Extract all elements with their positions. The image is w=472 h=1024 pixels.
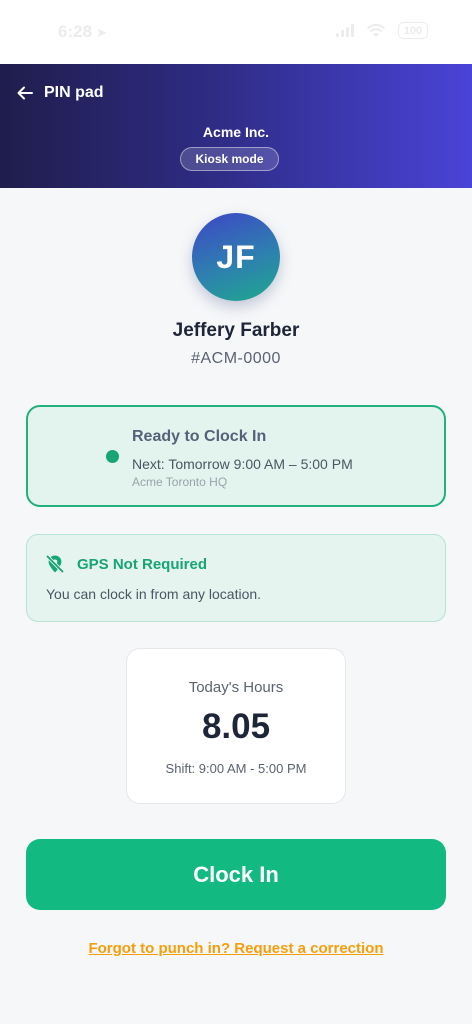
request-correction-link[interactable]: Forgot to punch in? Request a correction [0, 940, 472, 957]
status-title: Ready to Clock In [132, 428, 267, 445]
kiosk-mode-badge: Kiosk mode [180, 147, 279, 171]
back-label: PIN pad [44, 84, 104, 101]
hours-value: 8.05 [201, 707, 271, 746]
arrow-left-icon [17, 86, 33, 100]
gps-description: You can clock in from any location. [46, 586, 262, 602]
hours-label: Today's Hours [188, 679, 284, 696]
clock-in-button[interactable]: Clock In [26, 839, 446, 910]
battery-icon: 100 [398, 22, 428, 39]
wifi-icon [366, 23, 386, 37]
back-to-pin-pad-button[interactable]: PIN pad [16, 84, 104, 102]
status-icons: 100 [336, 22, 428, 39]
company-name: Acme Inc. [202, 124, 270, 140]
clock-text: 6:28 [58, 22, 93, 41]
status-dot-icon [106, 450, 119, 463]
employee-id: #ACM-0000 [191, 350, 281, 367]
status-time: 6:28 ➤ [58, 22, 107, 42]
next-shift-text: Next: Tomorrow 9:00 AM – 5:00 PM [132, 456, 353, 472]
battery-level: 100 [403, 24, 423, 37]
location-arrow-icon: ➤ [96, 25, 107, 40]
clock-status-card: Ready to Clock In Next: Tomorrow 9:00 AM… [26, 405, 446, 507]
avatar-initials: JF [216, 238, 256, 275]
shift-time: Shift: 9:00 AM - 5:00 PM [165, 761, 307, 776]
signal-icon [336, 24, 354, 37]
location-off-icon [45, 554, 65, 574]
todays-hours-card: Today's Hours 8.05 Shift: 9:00 AM - 5:00… [126, 648, 346, 804]
kiosk-header: PIN pad Acme Inc. Kiosk mode [0, 64, 472, 188]
avatar: JF [192, 213, 280, 301]
employee-name: Jeffery Farber [172, 320, 300, 341]
gps-title: GPS Not Required [77, 556, 208, 573]
status-bar: 6:28 ➤ 100 [0, 0, 472, 64]
gps-card: GPS Not Required You can clock in from a… [26, 534, 446, 622]
shift-location: Acme Toronto HQ [132, 475, 228, 489]
